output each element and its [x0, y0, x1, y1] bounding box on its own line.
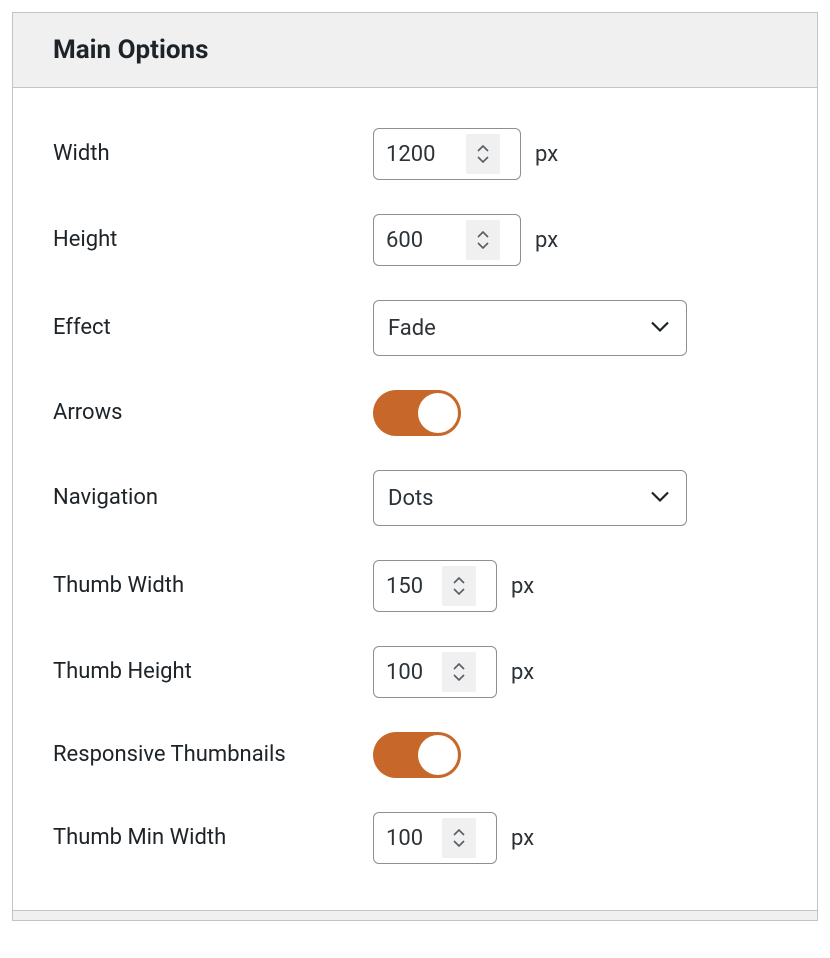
- panel-footer-divider: [13, 910, 817, 920]
- row-responsive-thumbs: Responsive Thumbnails: [53, 732, 777, 778]
- thumb-min-width-unit: px: [511, 826, 534, 851]
- label-width: Width: [53, 139, 373, 170]
- thumb-min-width-stepper[interactable]: [442, 818, 476, 858]
- chevron-down-icon: [650, 489, 670, 508]
- effect-select[interactable]: Fade: [373, 300, 687, 356]
- row-thumb-min-width: Thumb Min Width px: [53, 812, 777, 864]
- control-arrows: [373, 390, 461, 436]
- effect-value: Fade: [388, 316, 436, 341]
- height-input[interactable]: [386, 228, 466, 253]
- control-effect: Fade: [373, 300, 687, 356]
- label-thumb-width: Thumb Width: [53, 571, 373, 602]
- label-height: Height: [53, 225, 373, 256]
- stepper-down-icon: [477, 155, 489, 163]
- row-height: Height px: [53, 214, 777, 266]
- panel-header: Main Options: [13, 13, 817, 88]
- row-arrows: Arrows: [53, 390, 777, 436]
- control-thumb-min-width: px: [373, 812, 534, 864]
- toggle-knob: [418, 735, 458, 775]
- control-thumb-height: px: [373, 646, 534, 698]
- responsive-thumbs-toggle[interactable]: [373, 732, 461, 778]
- thumb-height-stepper[interactable]: [442, 652, 476, 692]
- thumb-height-unit: px: [511, 660, 534, 685]
- navigation-select[interactable]: Dots: [373, 470, 687, 526]
- width-unit: px: [535, 142, 558, 167]
- height-input-wrap[interactable]: [373, 214, 521, 266]
- row-thumb-height: Thumb Height px: [53, 646, 777, 698]
- height-stepper[interactable]: [466, 220, 500, 260]
- thumb-width-input-wrap[interactable]: [373, 560, 497, 612]
- label-thumb-height: Thumb Height: [53, 657, 373, 688]
- control-thumb-width: px: [373, 560, 534, 612]
- arrows-toggle[interactable]: [373, 390, 461, 436]
- stepper-up-icon: [453, 663, 465, 671]
- row-thumb-width: Thumb Width px: [53, 560, 777, 612]
- label-responsive-thumbs: Responsive Thumbnails: [53, 740, 373, 771]
- stepper-up-icon: [453, 829, 465, 837]
- stepper-down-icon: [453, 839, 465, 847]
- row-width: Width px: [53, 128, 777, 180]
- panel-body: Width px Height: [13, 88, 817, 910]
- width-stepper[interactable]: [466, 134, 500, 174]
- row-effect: Effect Fade: [53, 300, 777, 356]
- label-effect: Effect: [53, 313, 373, 344]
- stepper-up-icon: [453, 577, 465, 585]
- stepper-up-icon: [477, 231, 489, 239]
- toggle-knob: [418, 393, 458, 433]
- control-responsive-thumbs: [373, 732, 461, 778]
- label-arrows: Arrows: [53, 398, 373, 429]
- thumb-min-width-input[interactable]: [386, 826, 442, 851]
- stepper-down-icon: [453, 673, 465, 681]
- thumb-min-width-input-wrap[interactable]: [373, 812, 497, 864]
- row-navigation: Navigation Dots: [53, 470, 777, 526]
- panel-title: Main Options: [53, 35, 777, 65]
- thumb-width-unit: px: [511, 574, 534, 599]
- control-width: px: [373, 128, 558, 180]
- thumb-height-input[interactable]: [386, 660, 442, 685]
- height-unit: px: [535, 228, 558, 253]
- control-navigation: Dots: [373, 470, 687, 526]
- main-options-panel: Main Options Width px Height: [12, 12, 818, 921]
- label-navigation: Navigation: [53, 483, 373, 514]
- navigation-value: Dots: [388, 486, 434, 511]
- thumb-width-input[interactable]: [386, 574, 442, 599]
- stepper-down-icon: [453, 587, 465, 595]
- chevron-down-icon: [650, 319, 670, 338]
- width-input-wrap[interactable]: [373, 128, 521, 180]
- stepper-down-icon: [477, 241, 489, 249]
- thumb-height-input-wrap[interactable]: [373, 646, 497, 698]
- thumb-width-stepper[interactable]: [442, 566, 476, 606]
- control-height: px: [373, 214, 558, 266]
- stepper-up-icon: [477, 145, 489, 153]
- label-thumb-min-width: Thumb Min Width: [53, 823, 373, 854]
- width-input[interactable]: [386, 142, 466, 167]
